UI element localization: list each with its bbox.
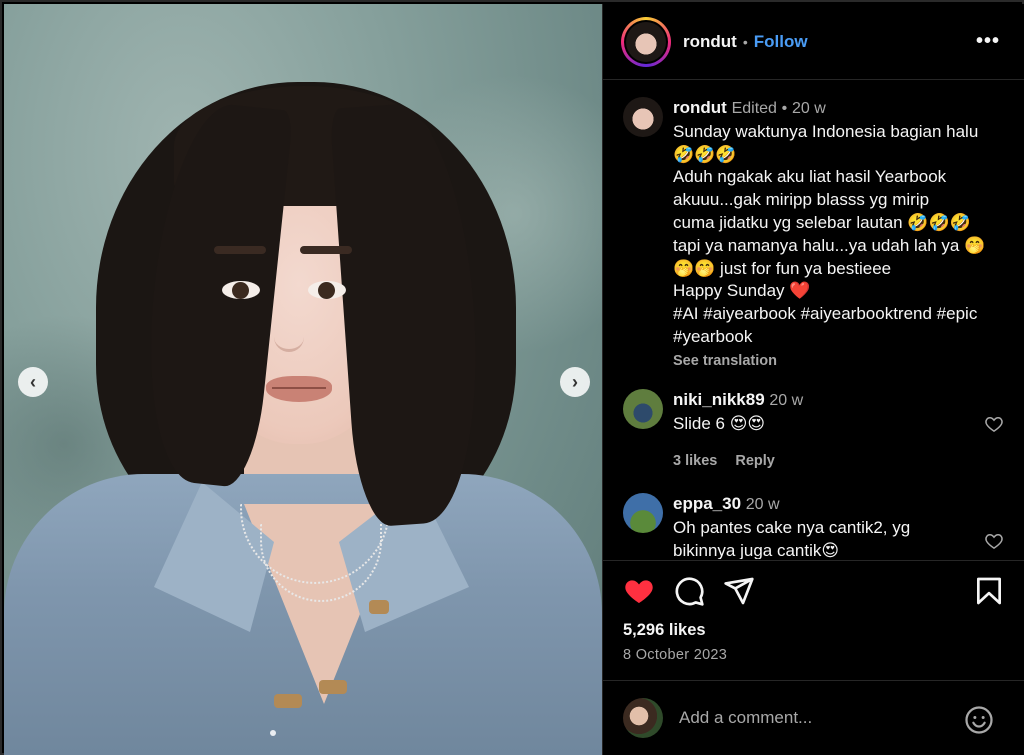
caption-line: Happy Sunday ❤️ (673, 281, 811, 301)
avatar-image (626, 21, 666, 62)
caption-line: cuma jidatku yg selebar lautan 🤣🤣🤣 (673, 212, 971, 232)
eye (308, 281, 346, 299)
chevron-left-icon: ‹ (30, 371, 36, 392)
caption-line: Aduh ngakak aku liat hasil Yearbook (673, 167, 947, 187)
see-translation-link[interactable]: See translation (673, 350, 1013, 373)
hashtags[interactable]: #AI #aiyearbook #aiyearbooktrend #epic (673, 303, 1013, 326)
comments-scroll-area[interactable]: rondut Edited • 20 w Sunday waktunya Ind… (603, 81, 1024, 559)
add-comment-bar: Add a comment... (603, 680, 1024, 755)
like-comment-heart-icon[interactable] (984, 414, 1004, 434)
chevron-right-icon: › (572, 371, 578, 392)
post-header: rondut • Follow ••• (603, 4, 1024, 80)
bookmark-icon[interactable] (973, 575, 1005, 607)
caption-time: 20 w (792, 100, 826, 117)
caption-line: akuuu...gak miripp blasss yg mirip (673, 190, 930, 210)
comment-text: Slide 6 😍😍 (673, 413, 766, 433)
slide-indicator (270, 730, 276, 736)
eyebrow (300, 246, 352, 254)
next-slide-button[interactable]: › (560, 367, 590, 397)
comment-input[interactable]: Add a comment... (679, 708, 812, 728)
smiley-icon[interactable] (964, 705, 994, 735)
post-date: 8 October 2023 (623, 647, 728, 663)
like-comment-heart-icon[interactable] (984, 531, 1004, 551)
share-icon[interactable] (723, 575, 755, 607)
heart-icon[interactable] (623, 575, 655, 607)
comment-username[interactable]: eppa_30 (673, 494, 741, 513)
current-user-avatar (623, 698, 663, 738)
hashtags[interactable]: #yearbook (673, 326, 1013, 349)
caption-line: 🤣🤣🤣 (673, 144, 737, 164)
comment-text: bikinnya juga cantik😍 (673, 540, 840, 559)
comment-text: Oh pantes cake nya cantik2, yg (673, 517, 911, 537)
caption-username[interactable]: rondut (673, 98, 727, 117)
post-actions: 5,296 likes 8 October 2023 (603, 560, 1024, 680)
caption-line: Sunday waktunya Indonesia bagian halu (673, 121, 979, 141)
edited-label: Edited (731, 100, 777, 117)
author-avatar[interactable] (621, 16, 671, 67)
comment-time: 20 w (769, 392, 804, 409)
nose (274, 304, 304, 352)
comment-item: eppa_30 20 w Oh pantes cake nya cantik2,… (623, 493, 1013, 559)
author-avatar[interactable] (623, 97, 663, 137)
commenter-avatar[interactable] (623, 389, 663, 429)
commenter-avatar[interactable] (623, 493, 663, 533)
post-side-panel: rondut • Follow ••• rondut Edited • 20 w… (602, 4, 1024, 755)
eyebrow (214, 246, 266, 254)
eye (222, 281, 260, 299)
caption-line: 🤭🤭 just for fun ya bestieee (673, 258, 892, 278)
jacket-button (274, 694, 302, 708)
post-dialog: ‹ › rondut • Follow ••• rondut Edited • (0, 0, 1024, 755)
post-photo[interactable]: ‹ › (4, 4, 602, 755)
comment-time: 20 w (745, 496, 780, 513)
caption-line: tapi ya namanya halu...ya udah lah ya 🤭 (673, 235, 986, 255)
author-username[interactable]: rondut (683, 32, 737, 52)
lips (266, 376, 332, 402)
reply-button[interactable]: Reply (735, 453, 775, 469)
jacket-button (319, 680, 347, 694)
more-options-icon[interactable]: ••• (976, 30, 1000, 53)
separator: • (742, 33, 748, 50)
comment-likes[interactable]: 3 likes (673, 453, 717, 469)
separator: • (781, 100, 788, 117)
comment-icon[interactable] (673, 575, 705, 607)
follow-button[interactable]: Follow (754, 32, 808, 52)
previous-slide-button[interactable]: ‹ (18, 367, 48, 397)
comment-item: niki_nikk89 20 w Slide 6 😍😍 3 likes Repl… (623, 389, 1013, 472)
caption: rondut Edited • 20 w Sunday waktunya Ind… (623, 97, 1013, 373)
jacket-button (369, 600, 389, 614)
comment-username[interactable]: niki_nikk89 (673, 390, 765, 409)
likes-count[interactable]: 5,296 likes (623, 621, 706, 640)
